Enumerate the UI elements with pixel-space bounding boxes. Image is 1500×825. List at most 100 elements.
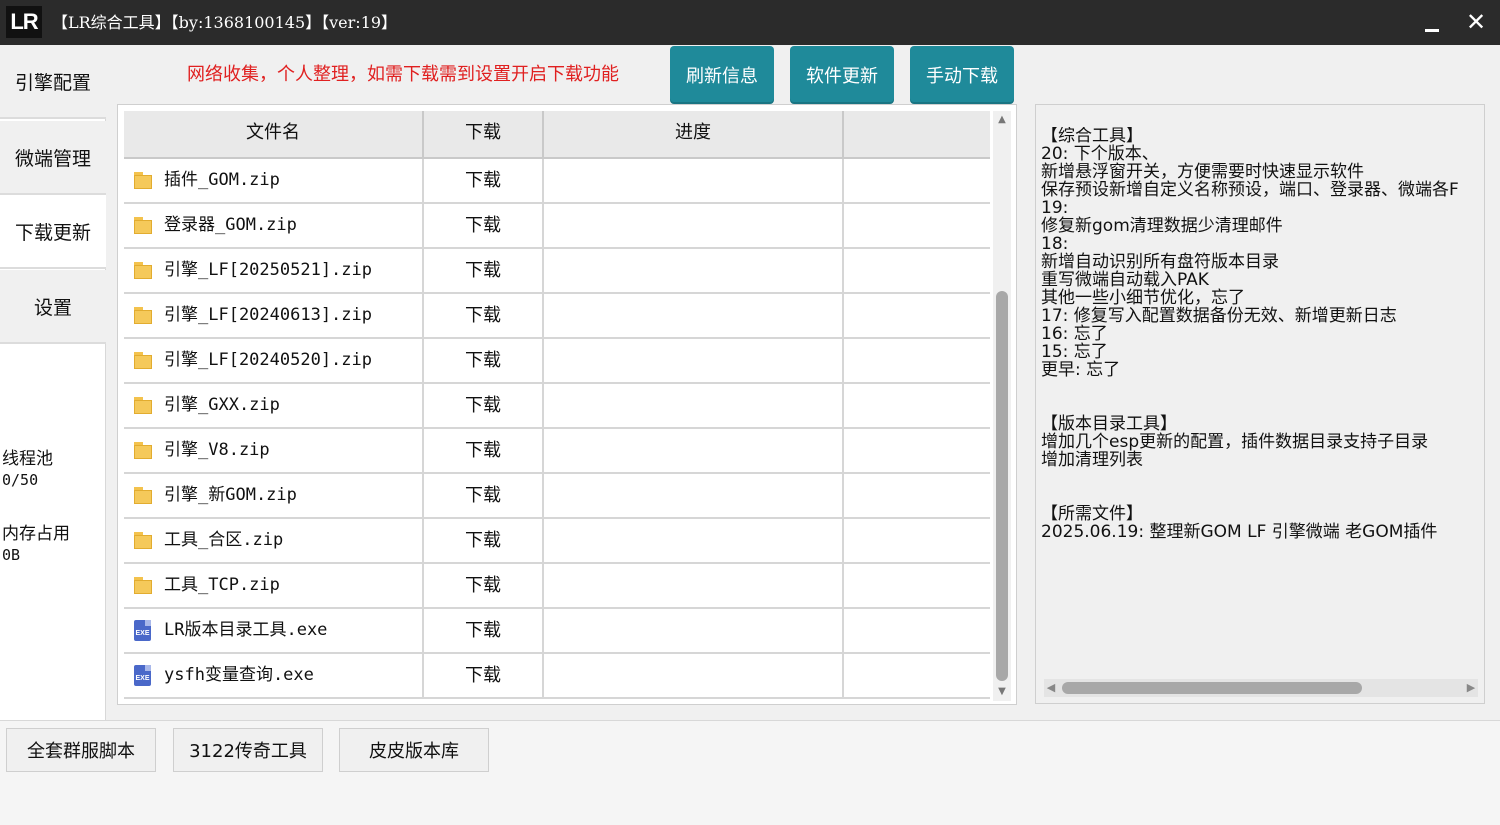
download-button[interactable]: 下载: [424, 609, 542, 652]
bottom-toolbar: 全套群服脚本 3122传奇工具 皮皮版本库: [0, 720, 1500, 825]
folder-icon: [134, 532, 152, 549]
minimize-button[interactable]: [1410, 0, 1454, 45]
sidebar-item-engine-config[interactable]: 引擎配置: [0, 45, 106, 119]
changelog-line: 15: 忘了: [1041, 342, 1108, 362]
download-cell: 下载: [424, 204, 544, 247]
scroll-left-icon[interactable]: ◀: [1044, 679, 1058, 697]
progress-cell: [544, 384, 844, 427]
progress-cell: [544, 429, 844, 472]
filename-cell: 工具_TCP.zip: [124, 564, 424, 607]
table-row: 登录器_GOM.zip 下载: [124, 204, 990, 249]
folder-icon: [134, 352, 152, 369]
progress-cell: [544, 159, 844, 202]
column-header-progress: 进度: [544, 111, 844, 159]
download-button[interactable]: 下载: [424, 159, 542, 202]
table-row: 引擎_新GOM.zip 下载: [124, 474, 990, 519]
sidebar-item-microclient[interactable]: 微端管理: [0, 121, 106, 195]
download-cell: 下载: [424, 429, 544, 472]
minimize-icon: [1425, 28, 1439, 32]
filename-cell: 引擎_V8.zip: [124, 429, 424, 472]
extra-cell: [844, 384, 990, 427]
extra-cell: [844, 564, 990, 607]
extra-cell: [844, 474, 990, 517]
download-button[interactable]: 下载: [424, 249, 542, 292]
table-row: 工具_TCP.zip 下载: [124, 564, 990, 609]
changelog-horizontal-scrollbar[interactable]: ◀ ▶: [1044, 679, 1478, 697]
software-update-button[interactable]: 软件更新: [790, 46, 894, 104]
extra-cell: [844, 609, 990, 652]
table-row: 引擎_LF[20240520].zip 下载: [124, 339, 990, 384]
filename: 引擎_新GOM.zip: [164, 485, 297, 505]
extra-cell: [844, 429, 990, 472]
changelog-line: 其他一些小细节优化，忘了: [1041, 288, 1245, 308]
changelog-line: 重写微端自动载入PAK: [1041, 270, 1209, 290]
title-bar: LR 【LR综合工具】【by:1368100145】【ver:19】 ✕: [0, 0, 1500, 45]
changelog-line: 19:: [1041, 198, 1069, 218]
filename: 插件_GOM.zip: [164, 170, 280, 190]
download-button[interactable]: 下载: [424, 654, 542, 697]
progress-cell: [544, 204, 844, 247]
download-button[interactable]: 下载: [424, 474, 542, 517]
window-title: 【LR综合工具】【by:1368100145】【ver:19】: [52, 13, 398, 32]
filename: 引擎_LF[20240520].zip: [164, 350, 372, 370]
changelog-panel: 【综合工具】 20: 下个版本、 新增悬浮窗开关，方便需要时快速显示软件 保存预设新增…: [1035, 104, 1485, 704]
filename: ysfh变量查询.exe: [164, 665, 314, 685]
filename: 工具_TCP.zip: [164, 575, 280, 595]
progress-cell: [544, 609, 844, 652]
scrollbar-thumb[interactable]: [1062, 682, 1362, 694]
extra-cell: [844, 654, 990, 697]
filename-cell: EXE LR版本目录工具.exe: [124, 609, 424, 652]
full-server-script-button[interactable]: 全套群服脚本: [6, 728, 156, 772]
memory-value: 0B: [2, 546, 21, 564]
filename-cell: 插件_GOM.zip: [124, 159, 424, 202]
changelog-line: 修复新gom清理数据少清理邮件: [1041, 216, 1283, 236]
download-button[interactable]: 下载: [424, 519, 542, 562]
file-table: 文件名 下载 进度 插件_GOM.zip 下载 登录器_GOM.zip 下载 引擎_LF…: [124, 111, 990, 701]
table-row: 引擎_GXX.zip 下载: [124, 384, 990, 429]
download-button[interactable]: 下载: [424, 339, 542, 382]
scrollbar-thumb[interactable]: [996, 291, 1008, 681]
extra-cell: [844, 159, 990, 202]
changelog-line: 17: 修复写入配置数据备份无效、新增更新日志: [1041, 306, 1397, 326]
folder-icon: [134, 397, 152, 414]
thread-pool-label: 线程池: [2, 449, 53, 469]
table-row: 引擎_LF[20240613].zip 下载: [124, 294, 990, 339]
pipi-version-library-button[interactable]: 皮皮版本库: [339, 728, 489, 772]
table-vertical-scrollbar[interactable]: ▲ ▼: [993, 111, 1011, 701]
download-button[interactable]: 下载: [424, 429, 542, 472]
download-button[interactable]: 下载: [424, 564, 542, 607]
download-button[interactable]: 下载: [424, 384, 542, 427]
progress-cell: [544, 519, 844, 562]
scroll-down-icon[interactable]: ▼: [993, 683, 1011, 701]
download-button[interactable]: 下载: [424, 294, 542, 337]
app-logo: LR: [6, 6, 42, 38]
download-cell: 下载: [424, 474, 544, 517]
manual-download-button[interactable]: 手动下载: [910, 46, 1014, 104]
sidebar: 引擎配置 微端管理 下载更新 设置 线程池 0/50 内存占用 0B: [0, 45, 106, 720]
changelog-line: 【所需文件】: [1041, 504, 1143, 524]
changelog-line: 18:: [1041, 234, 1069, 254]
column-header-download: 下载: [424, 111, 544, 159]
sidebar-item-download-update[interactable]: 下载更新: [0, 195, 106, 269]
legend-tool-3122-button[interactable]: 3122传奇工具: [173, 728, 323, 772]
changelog-line: 保存预设新增自定义名称预设，端口、登录器、微端各F: [1041, 180, 1459, 200]
table-row: EXE ysfh变量查询.exe 下载: [124, 654, 990, 699]
changelog-line: 增加几个esp更新的配置，插件数据目录支持子目录: [1041, 432, 1429, 452]
close-button[interactable]: ✕: [1454, 0, 1498, 45]
refresh-info-button[interactable]: 刷新信息: [670, 46, 774, 104]
download-cell: 下载: [424, 564, 544, 607]
download-cell: 下载: [424, 609, 544, 652]
changelog-line: 【版本目录工具】: [1041, 414, 1177, 434]
scroll-right-icon[interactable]: ▶: [1464, 679, 1478, 697]
download-button[interactable]: 下载: [424, 204, 542, 247]
download-cell: 下载: [424, 384, 544, 427]
sidebar-item-settings[interactable]: 设置: [0, 270, 106, 344]
download-cell: 下载: [424, 654, 544, 697]
changelog-text: 【综合工具】 20: 下个版本、 新增悬浮窗开关，方便需要时快速显示软件 保存预设新增…: [1041, 127, 1477, 672]
changelog-line: 更早: 忘了: [1041, 360, 1121, 380]
exe-icon: EXE: [134, 665, 151, 686]
folder-icon: [134, 172, 152, 189]
scroll-up-icon[interactable]: ▲: [993, 111, 1011, 129]
filename-cell: 登录器_GOM.zip: [124, 204, 424, 247]
filename-cell: EXE ysfh变量查询.exe: [124, 654, 424, 697]
